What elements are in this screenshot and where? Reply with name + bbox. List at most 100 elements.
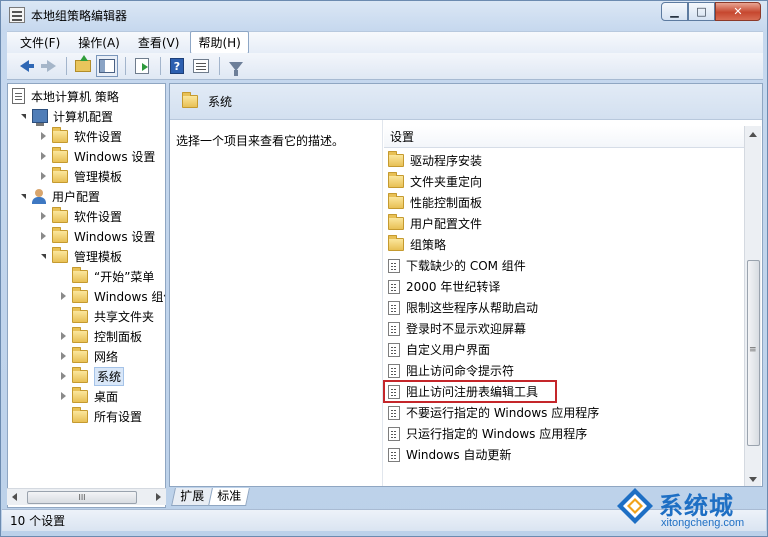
- properties-button[interactable]: [190, 55, 212, 77]
- list-item-folder[interactable]: 组策略: [384, 234, 744, 255]
- list-item-setting[interactable]: 2000 年世纪转译: [384, 276, 744, 297]
- tree-item-cc-windows[interactable]: Windows 设置: [38, 146, 155, 166]
- tree-item-control-panel[interactable]: 控制面板: [58, 326, 142, 346]
- expand-arrow-icon[interactable]: [18, 111, 28, 121]
- tree-item-shared-folders[interactable]: 共享文件夹: [58, 306, 154, 326]
- list-item-setting[interactable]: 不要运行指定的 Windows 应用程序: [384, 402, 744, 423]
- tree-item-windows-components[interactable]: Windows 组件: [58, 286, 165, 306]
- expand-arrow-icon[interactable]: [18, 191, 28, 201]
- collapse-arrow-icon[interactable]: [38, 171, 48, 181]
- scroll-left-icon[interactable]: [12, 493, 17, 501]
- collapse-arrow-icon[interactable]: [58, 331, 68, 341]
- tree-item-uc-admin[interactable]: 管理模板: [38, 246, 122, 266]
- collapse-arrow-icon[interactable]: [58, 351, 68, 361]
- list-item-label: 只运行指定的 Windows 应用程序: [406, 427, 588, 441]
- up-level-button[interactable]: [72, 55, 94, 77]
- details-title: 系统: [208, 95, 233, 109]
- watermark-url: xitongcheng.com: [661, 517, 745, 529]
- list-item-label: 登录时不显示欢迎屏幕: [406, 322, 527, 336]
- user-icon: [32, 188, 46, 204]
- list-item-folder[interactable]: 文件夹重定向: [384, 171, 744, 192]
- tree-label: 系统: [94, 366, 125, 386]
- list-item-setting-highlighted[interactable]: 阻止访问注册表编辑工具: [383, 380, 557, 403]
- policy-setting-icon: [388, 426, 400, 441]
- toolbar-separator: [160, 57, 161, 75]
- scroll-thumb[interactable]: III: [27, 491, 137, 504]
- back-button[interactable]: [13, 55, 35, 77]
- collapse-arrow-icon[interactable]: [38, 211, 48, 221]
- list-item-label: 阻止访问命令提示符: [406, 364, 515, 378]
- tree-item-system[interactable]: 系统: [58, 366, 125, 386]
- tree-label: 桌面: [94, 389, 119, 404]
- tree-item-start-menu[interactable]: “开始”菜单: [58, 266, 154, 286]
- tree-label: Windows 设置: [74, 229, 156, 244]
- list-item-folder[interactable]: 性能控制面板: [384, 192, 744, 213]
- collapse-arrow-icon[interactable]: [58, 291, 68, 301]
- tree-item-root[interactable]: 本地计算机 策略: [12, 86, 119, 106]
- tree-item-desktop[interactable]: 桌面: [58, 386, 118, 406]
- export-list-button[interactable]: [131, 55, 153, 77]
- tree-pane[interactable]: 本地计算机 策略 计算机配置 软件设置 Windows 设置 管理模板 用户配置: [7, 83, 166, 508]
- list-item-setting[interactable]: 下载缺少的 COM 组件: [384, 255, 744, 276]
- up-folder-icon: [75, 55, 91, 72]
- close-button[interactable]: ✕: [715, 2, 761, 21]
- list-item-setting[interactable]: 只运行指定的 Windows 应用程序: [384, 423, 744, 444]
- help-button[interactable]: ?: [166, 55, 188, 77]
- collapse-arrow-icon[interactable]: [38, 231, 48, 241]
- list-item-folder[interactable]: 用户配置文件: [384, 213, 744, 234]
- tree-item-uc-windows[interactable]: Windows 设置: [38, 226, 155, 246]
- gpedit-app-icon: [9, 7, 25, 23]
- tree-label: 计算机配置: [53, 109, 114, 124]
- expand-arrow-icon[interactable]: [38, 251, 48, 261]
- tab-extended[interactable]: 扩展: [171, 488, 213, 506]
- forward-button[interactable]: [37, 55, 59, 77]
- scroll-right-icon[interactable]: [156, 493, 161, 501]
- folder-icon: [52, 146, 68, 163]
- tab-standard[interactable]: 标准: [208, 488, 250, 506]
- details-pane: 系统 选择一个项目来查看它的描述。 设置 驱动程序安装 文件夹重定向 性能控制面…: [169, 83, 763, 487]
- column-header-setting[interactable]: 设置: [384, 126, 744, 148]
- filter-button[interactable]: [225, 55, 247, 77]
- tree-item-cc-software[interactable]: 软件设置: [38, 126, 122, 146]
- list-item-label: 性能控制面板: [410, 196, 483, 210]
- list-item-setting[interactable]: 登录时不显示欢迎屏幕: [384, 318, 744, 339]
- list-item-setting[interactable]: 自定义用户界面: [384, 339, 744, 360]
- all-settings-folder-icon: [72, 406, 88, 423]
- policy-setting-icon: [388, 405, 400, 420]
- tree-label: 用户配置: [52, 189, 101, 204]
- scroll-down-icon[interactable]: [749, 477, 757, 482]
- show-hide-tree-button[interactable]: [96, 55, 118, 77]
- list-vertical-scrollbar[interactable]: [744, 126, 761, 486]
- tree-item-user-config[interactable]: 用户配置: [18, 186, 100, 206]
- tree-item-all-settings[interactable]: 所有设置: [58, 406, 142, 426]
- tree-horizontal-scrollbar[interactable]: III: [7, 488, 166, 505]
- list-item-setting[interactable]: 阻止访问命令提示符: [384, 360, 744, 381]
- menu-view[interactable]: 查看(V): [131, 32, 187, 53]
- tree-label: 软件设置: [74, 129, 123, 144]
- caption-buttons: ▁ □ ✕: [661, 2, 761, 21]
- pane-divider[interactable]: [382, 120, 383, 486]
- export-list-icon: [135, 58, 149, 74]
- tree-item-computer-config[interactable]: 计算机配置: [18, 106, 113, 126]
- collapse-arrow-icon[interactable]: [58, 371, 68, 381]
- minimize-button[interactable]: ▁: [661, 2, 688, 21]
- menu-action[interactable]: 操作(A): [71, 32, 127, 53]
- tree-item-uc-software[interactable]: 软件设置: [38, 206, 122, 226]
- tree-label: 网络: [94, 349, 119, 364]
- collapse-arrow-icon[interactable]: [58, 391, 68, 401]
- scroll-thumb[interactable]: [747, 260, 760, 446]
- tree-item-network[interactable]: 网络: [58, 346, 118, 366]
- menu-help[interactable]: 帮助(H): [190, 31, 249, 54]
- settings-list[interactable]: 设置 驱动程序安装 文件夹重定向 性能控制面板 用户配置文件 组策略 下载缺少的…: [383, 120, 762, 486]
- list-item-setting[interactable]: 限制这些程序从帮助启动: [384, 297, 744, 318]
- menu-file[interactable]: 文件(F): [13, 32, 67, 53]
- scroll-up-icon[interactable]: [749, 132, 757, 137]
- title-bar[interactable]: 本地组策略编辑器 ▁ □ ✕: [1, 1, 767, 29]
- folder-icon: [72, 346, 88, 363]
- collapse-arrow-icon[interactable]: [38, 131, 48, 141]
- maximize-button[interactable]: □: [688, 2, 715, 21]
- tree-item-cc-admin[interactable]: 管理模板: [38, 166, 122, 186]
- collapse-arrow-icon[interactable]: [38, 151, 48, 161]
- list-item-folder[interactable]: 驱动程序安装: [384, 150, 744, 171]
- list-item-setting[interactable]: Windows 自动更新: [384, 444, 744, 465]
